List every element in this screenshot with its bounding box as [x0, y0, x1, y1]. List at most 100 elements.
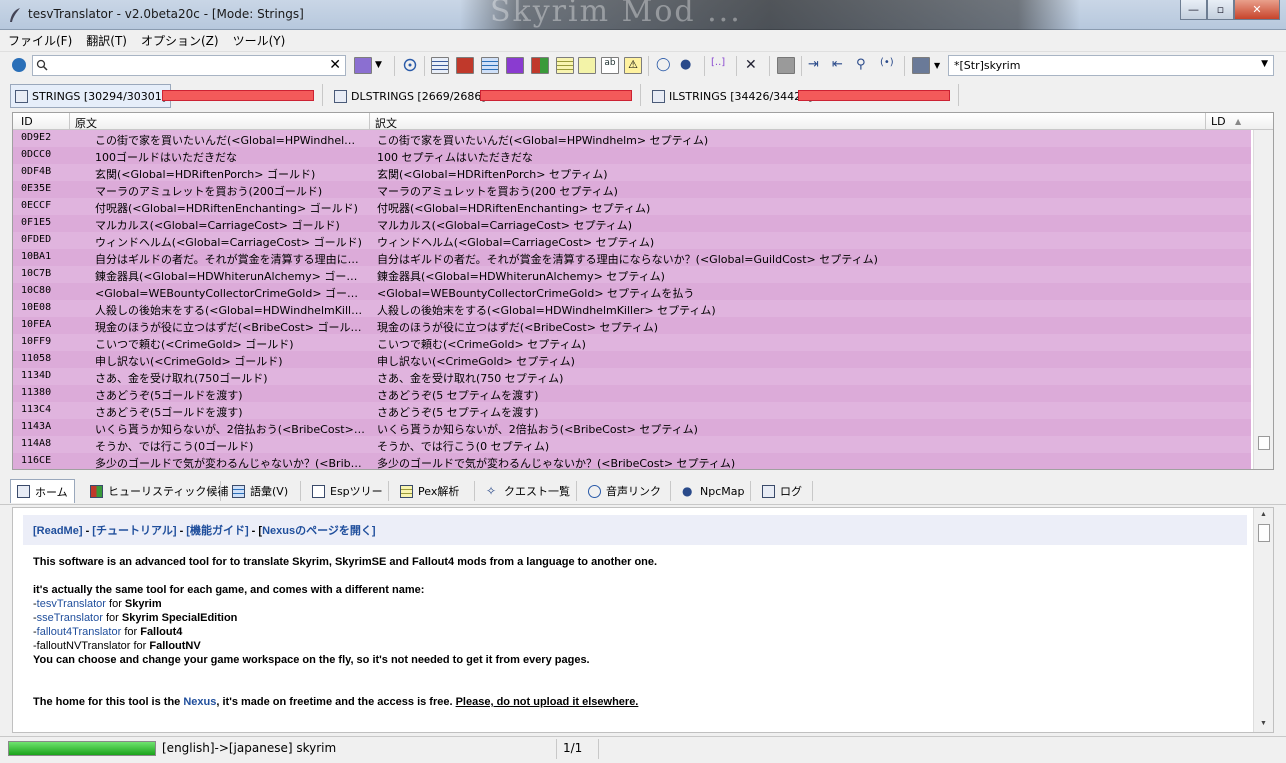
table-row[interactable]: 114A8 そうか、では行こう(0ゴールド) そうか、では行こう(0 セプティム)	[13, 436, 1251, 453]
cell-source: <Global=WEBountyCollectorCrimeGold> ゴールド…	[95, 287, 365, 300]
workspace-select[interactable]: *[Str]skyrim ▼	[948, 55, 1274, 76]
tab-voice-link[interactable]: 音声リンク	[582, 479, 667, 503]
minimize-button[interactable]: —	[1180, 0, 1207, 20]
refresh-icon[interactable]: (•)	[880, 57, 898, 74]
column-divider[interactable]	[1205, 113, 1206, 130]
gear-icon[interactable]	[12, 58, 26, 72]
target-icon[interactable]	[401, 57, 419, 74]
link-separator: -	[248, 525, 259, 537]
table-row[interactable]: 0ECCF 付呪器(<Global=HDRiftenEnchanting> ゴール…	[13, 198, 1251, 215]
nexus-page-link[interactable]: Nexusのページを開く]	[262, 525, 375, 537]
variant-for: for	[121, 626, 141, 638]
scroll-up-icon[interactable]: ▲	[1260, 511, 1267, 518]
filter-red-icon[interactable]	[456, 57, 474, 74]
search-input[interactable]	[51, 57, 321, 74]
dropdown-arrow-icon[interactable]: ▼	[375, 57, 393, 74]
cell-translation: さあどうぞ(5 セプティムを渡す)	[377, 389, 539, 402]
fo4-link[interactable]: fallout4Translator	[37, 626, 122, 638]
export-icon[interactable]: ⇥	[808, 57, 826, 74]
filter-list-icon[interactable]	[431, 57, 449, 74]
tab-esp-tree[interactable]: Espツリー	[306, 479, 389, 503]
strings-untranslated-bar	[162, 90, 314, 101]
filter-mixed-icon[interactable]	[531, 57, 549, 74]
cell-translation: こいつで頼む(<CrimeGold> セプティム)	[377, 338, 586, 351]
home-scroll-thumb[interactable]	[1258, 524, 1270, 542]
page-status: 1/1	[563, 741, 583, 755]
table-row[interactable]: 10FEA 現金のほうが役に立つはずだ(<BribeCost> ゴールド) 現金のほ…	[13, 317, 1251, 334]
table-row[interactable]: 11058 申し訳ない(<CrimeGold> ゴールド) 申し訳ない(<Crime…	[13, 351, 1251, 368]
variant-game: Skyrim	[124, 598, 162, 610]
tab-home[interactable]: ホーム	[10, 479, 75, 503]
column-divider[interactable]	[369, 113, 370, 130]
tab-heuristic[interactable]: ヒューリスティック候補	[84, 479, 234, 503]
table-row[interactable]: 113C4 さあどうぞ(5ゴールドを渡す) さあどうぞ(5 セプティムを渡す)	[13, 402, 1251, 419]
tab-vocabulary[interactable]: 語彙(V)	[226, 479, 294, 503]
maximize-button[interactable]: ▫	[1207, 0, 1234, 20]
warning-icon[interactable]: ⚠	[624, 57, 642, 74]
toolbar-separator	[424, 56, 425, 76]
grid-scrollbar[interactable]	[1253, 130, 1273, 469]
close-button[interactable]: ✕	[1234, 0, 1280, 20]
status-bar: [english]->[japanese] skyrim 1/1	[0, 736, 1286, 763]
window-title: tesvTranslator - v2.0beta20c - [Mode: St…	[28, 7, 304, 21]
table-row[interactable]: 0FDED ウィンドヘルム(<Global=CarriageCost> ゴールド)…	[13, 232, 1251, 249]
table-row[interactable]: 0DF4B 玄関(<Global=HDRiftenPorch> ゴールド) 玄関(<…	[13, 164, 1251, 181]
back-arrow-icon[interactable]	[354, 57, 372, 74]
sse-link[interactable]: sseTranslator	[37, 612, 103, 624]
tutorial-link[interactable]: [チュートリアル]	[92, 525, 176, 537]
table-row[interactable]: 0F1E5 マルカルス(<Global=CarriageCost> ゴールド) マル…	[13, 215, 1251, 232]
filter-purple-icon[interactable]	[506, 57, 524, 74]
guide-link[interactable]: [機能ガイド]	[186, 525, 248, 537]
tab-strings[interactable]: STRINGS [30294/30301]	[10, 84, 172, 108]
tab-npcmap[interactable]: ● NpcMap	[676, 479, 750, 503]
column-divider[interactable]	[69, 113, 70, 130]
table-row[interactable]: 1143A いくら貰うか知らないが、2倍払おう(<BribeCost> ゴー...…	[13, 419, 1251, 436]
find-icon[interactable]	[578, 57, 596, 74]
table-row[interactable]: 10C7B 錬金器具(<Global=HDWhiterunAlchemy> ゴール…	[13, 266, 1251, 283]
table-row[interactable]: 116CE 多少のゴールドで気が変わるんじゃないか？(<BribeCo... 多少の…	[13, 453, 1251, 469]
brackets-icon[interactable]: [..]	[711, 57, 729, 74]
spellcheck-icon[interactable]: ab	[601, 57, 619, 74]
table-row[interactable]: 10E08 人殺しの後始末をする(<Global=HDWindhelmKiller…	[13, 300, 1251, 317]
column-ld[interactable]: LD	[1211, 115, 1226, 128]
column-translation[interactable]: 訳文	[375, 115, 397, 131]
table-row[interactable]: 10FF9 こいつで頼む(<CrimeGold> ゴールド) こいつで頼む(<Cri…	[13, 334, 1251, 351]
delete-icon[interactable]: ✕	[745, 57, 763, 74]
filter-blue-icon[interactable]	[481, 57, 499, 74]
tesv-link[interactable]: tesvTranslator	[37, 598, 106, 610]
filter-yellow-icon[interactable]	[556, 57, 574, 74]
home-scrollbar[interactable]: ▲ ▼	[1253, 508, 1273, 732]
cell-source: マルカルス(<Global=CarriageCost> ゴールド)	[95, 219, 340, 232]
menu-translate[interactable]: 翻訳(T)	[86, 32, 127, 49]
readme-link[interactable]: [ReadMe]	[33, 525, 83, 537]
workspace-icon[interactable]	[912, 57, 930, 74]
tab-quests[interactable]: ✧ クエスト一覧	[480, 479, 576, 503]
import-icon[interactable]: ⇤	[832, 57, 850, 74]
table-row[interactable]: 0D9E2 この街で家を買いたいんだ(<Global=HPWindhelm> ゴ.…	[13, 130, 1251, 147]
speech-bubble-icon[interactable]: ◯	[656, 57, 674, 74]
table-row[interactable]: 11380 さあどうぞ(5ゴールドを渡す) さあどうぞ(5 セプティムを渡す)	[13, 385, 1251, 402]
user-icon[interactable]: ●	[680, 57, 698, 74]
column-source[interactable]: 原文	[75, 115, 97, 131]
search-person-icon[interactable]: ⚲	[856, 57, 874, 74]
column-id[interactable]: ID	[21, 115, 33, 128]
table-row[interactable]: 10C80 <Global=WEBountyCollectorCrimeGold>…	[13, 283, 1251, 300]
stop-icon[interactable]	[777, 57, 795, 74]
scroll-down-icon[interactable]: ▼	[1260, 720, 1267, 727]
table-row[interactable]: 1134D さあ、金を受け取れ(750ゴールド) さあ、金を受け取れ(750 セプテ…	[13, 368, 1251, 385]
tab-dlstrings[interactable]: DLSTRINGS [2669/2686]	[334, 84, 486, 108]
nexus-link[interactable]: Nexus	[183, 696, 216, 708]
table-row[interactable]: 0DCC0 100ゴールドはいただきだな 100 セプティムはいただきだな	[13, 147, 1251, 164]
table-row[interactable]: 0E35E マーラのアミュレットを買おう(200ゴールド) マーラのアミュレットを買…	[13, 181, 1251, 198]
menu-options[interactable]: オプション(Z)	[141, 32, 219, 49]
strings-file-icon	[15, 89, 28, 103]
clear-search-icon[interactable]: ✕	[329, 57, 341, 73]
tab-pex[interactable]: Pex解析	[394, 479, 465, 503]
menu-tools[interactable]: ツール(Y)	[233, 32, 286, 49]
tab-log[interactable]: ログ	[756, 479, 808, 503]
tab-ilstrings[interactable]: ILSTRINGS [34426/34427]	[652, 84, 812, 108]
cell-id: 116CE	[21, 455, 52, 466]
grid-scroll-thumb[interactable]	[1258, 436, 1270, 450]
table-row[interactable]: 10BA1 自分はギルドの者だ。それが賞金を清算する理由にな... 自分はギルドの者…	[13, 249, 1251, 266]
menu-file[interactable]: ファイル(F)	[8, 32, 72, 49]
